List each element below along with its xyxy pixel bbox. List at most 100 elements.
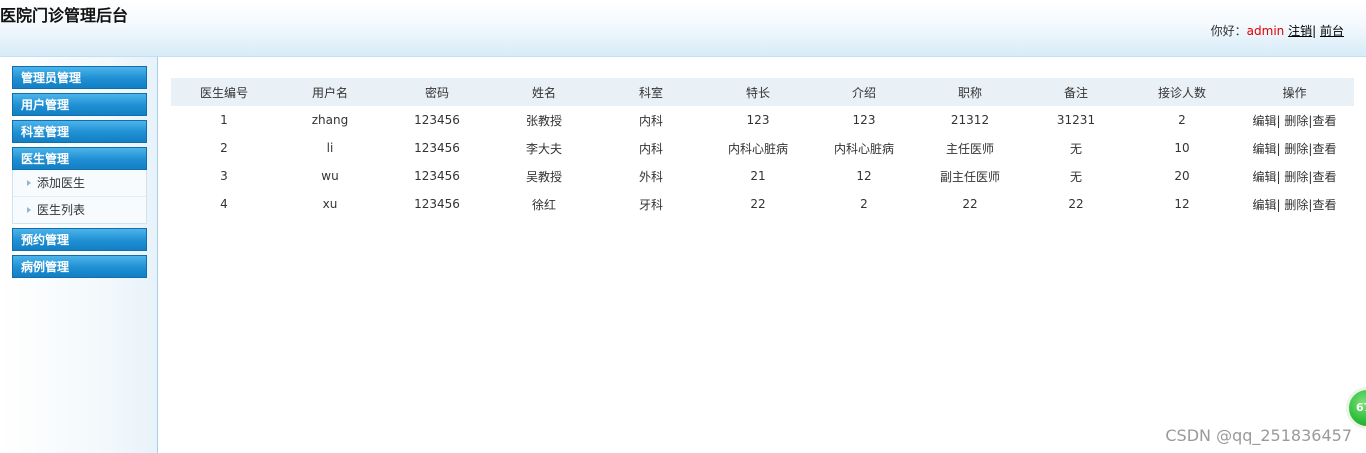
cell-title: 22 xyxy=(962,197,978,211)
cell-department: 外科 xyxy=(638,169,663,184)
cell-introduction: 内科心脏病 xyxy=(833,141,894,156)
table-row: 2 li 123456 李大夫 内科 内科心脏病 内科心脏病 主任医师 无 10… xyxy=(171,134,1354,162)
user-bar: 你好：admin 注销| 前台 xyxy=(1211,22,1344,39)
view-link[interactable]: 查看 xyxy=(1312,114,1336,128)
view-link[interactable]: 查看 xyxy=(1312,170,1336,184)
action-separator: | xyxy=(1276,197,1281,212)
triangle-right-icon xyxy=(27,179,31,186)
cell-name: 李大夫 xyxy=(525,141,562,156)
cell-title: 21312 xyxy=(950,113,990,127)
column-header-introduction: 介绍 xyxy=(811,78,917,106)
cell-specialty: 22 xyxy=(750,197,766,211)
main-content: 医生编号 用户名 密码 姓名 科室 特长 介绍 职称 备注 接诊人数 操作 1 … xyxy=(171,78,1354,218)
username: admin xyxy=(1246,24,1285,38)
cell-department: 内科 xyxy=(638,113,663,128)
site-title: 医院门诊管理后台 xyxy=(0,6,129,25)
delete-link[interactable]: 删除 xyxy=(1284,142,1308,156)
cell-patient-count: 2 xyxy=(1178,113,1186,127)
edit-link[interactable]: 编辑 xyxy=(1253,142,1277,156)
cell-username: xu xyxy=(322,197,338,211)
cell-actions: 编辑| 删除|查看 xyxy=(1235,134,1354,162)
doctor-table: 医生编号 用户名 密码 姓名 科室 特长 介绍 职称 备注 接诊人数 操作 1 … xyxy=(171,78,1354,218)
cell-password: 123456 xyxy=(414,113,460,127)
edit-link[interactable]: 编辑 xyxy=(1253,114,1277,128)
cell-remark: 31231 xyxy=(1056,113,1096,127)
cell-patient-count: 10 xyxy=(1174,141,1190,155)
column-header-department: 科室 xyxy=(597,78,705,106)
cell-introduction: 2 xyxy=(860,197,868,211)
cell-name: 徐红 xyxy=(531,197,556,212)
cell-username: li xyxy=(326,141,334,155)
cell-specialty: 21 xyxy=(750,169,766,183)
delete-link[interactable]: 删除 xyxy=(1284,198,1308,212)
logout-link[interactable]: 注销 xyxy=(1288,24,1312,38)
cell-id: 3 xyxy=(220,169,228,183)
column-header-title: 职称 xyxy=(917,78,1023,106)
sidebar-group-user-management[interactable]: 用户管理 xyxy=(12,93,147,116)
doctor-submenu: 添加医生 医生列表 xyxy=(12,170,147,224)
separator: | xyxy=(1312,24,1317,38)
action-separator: | xyxy=(1276,169,1281,184)
action-separator: | xyxy=(1276,113,1281,128)
cell-id: 4 xyxy=(220,197,228,211)
view-link[interactable]: 查看 xyxy=(1312,142,1336,156)
cell-introduction: 123 xyxy=(852,113,876,127)
edit-link[interactable]: 编辑 xyxy=(1253,170,1277,184)
table-header-row: 医生编号 用户名 密码 姓名 科室 特长 介绍 职称 备注 接诊人数 操作 xyxy=(171,78,1354,106)
page-header: 医院门诊管理后台 你好：admin 注销| 前台 xyxy=(0,0,1366,57)
column-header-actions: 操作 xyxy=(1235,78,1354,106)
sidebar-item-add-doctor[interactable]: 添加医生 xyxy=(13,170,146,197)
sidebar-group-doctor-management[interactable]: 医生管理 xyxy=(12,147,147,170)
cell-patient-count: 20 xyxy=(1174,169,1190,183)
sidebar: 管理员管理 用户管理 科室管理 医生管理 添加医生 医生列表 预约管理 病例管理 xyxy=(0,57,158,453)
delete-link[interactable]: 删除 xyxy=(1284,170,1308,184)
cell-username: zhang xyxy=(311,113,349,127)
view-link[interactable]: 查看 xyxy=(1312,198,1336,212)
triangle-right-icon xyxy=(27,206,31,213)
sidebar-item-label: 添加医生 xyxy=(37,176,86,190)
delete-link[interactable]: 删除 xyxy=(1284,114,1308,128)
cell-name: 吴教授 xyxy=(525,169,562,184)
column-header-specialty: 特长 xyxy=(705,78,811,106)
table-row: 3 wu 123456 吴教授 外科 21 12 副主任医师 无 20 编辑| … xyxy=(171,162,1354,190)
sidebar-group-case-management[interactable]: 病例管理 xyxy=(12,255,147,278)
cell-password: 123456 xyxy=(414,197,460,211)
cell-remark: 无 xyxy=(1069,169,1082,184)
cell-introduction: 12 xyxy=(856,169,872,183)
sidebar-menu: 管理员管理 用户管理 科室管理 医生管理 添加医生 医生列表 预约管理 病例管理 xyxy=(12,66,147,282)
cell-remark: 无 xyxy=(1069,141,1082,156)
cell-id: 1 xyxy=(220,113,228,127)
sidebar-item-label: 医生列表 xyxy=(37,203,86,217)
cell-remark: 22 xyxy=(1068,197,1084,211)
cell-patient-count: 12 xyxy=(1174,197,1190,211)
column-header-id: 医生编号 xyxy=(171,78,277,106)
cell-department: 牙科 xyxy=(638,197,663,212)
table-row: 4 xu 123456 徐红 牙科 22 2 22 22 12 编辑| 删除|查… xyxy=(171,190,1354,218)
cell-name: 张教授 xyxy=(525,113,562,128)
table-row: 1 zhang 123456 张教授 内科 123 123 21312 3123… xyxy=(171,106,1354,134)
cell-password: 123456 xyxy=(414,169,460,183)
cell-password: 123456 xyxy=(414,141,460,155)
cell-username: wu xyxy=(321,169,339,183)
sidebar-group-department-management[interactable]: 科室管理 xyxy=(12,120,147,143)
edit-link[interactable]: 编辑 xyxy=(1253,198,1277,212)
sidebar-group-appointment-management[interactable]: 预约管理 xyxy=(12,228,147,251)
column-header-password: 密码 xyxy=(383,78,491,106)
cell-actions: 编辑| 删除|查看 xyxy=(1235,190,1354,218)
column-header-name: 姓名 xyxy=(491,78,597,106)
greeting-label: 你好： xyxy=(1210,24,1247,38)
sidebar-group-admin-management[interactable]: 管理员管理 xyxy=(12,66,147,89)
column-header-patient-count: 接诊人数 xyxy=(1129,78,1235,106)
frontend-link[interactable]: 前台 xyxy=(1320,24,1344,38)
cell-actions: 编辑| 删除|查看 xyxy=(1235,162,1354,190)
csdn-watermark: CSDN @qq_251836457 xyxy=(1165,426,1352,445)
cell-title: 副主任医师 xyxy=(939,169,1000,184)
cell-id: 2 xyxy=(220,141,228,155)
cell-department: 内科 xyxy=(638,141,663,156)
sidebar-item-doctor-list[interactable]: 医生列表 xyxy=(13,197,146,223)
cell-specialty: 内科心脏病 xyxy=(727,141,788,156)
column-header-username: 用户名 xyxy=(277,78,383,106)
floating-counter-badge[interactable]: 67 xyxy=(1346,387,1366,429)
cell-actions: 编辑| 删除|查看 xyxy=(1235,106,1354,134)
cell-specialty: 123 xyxy=(746,113,770,127)
